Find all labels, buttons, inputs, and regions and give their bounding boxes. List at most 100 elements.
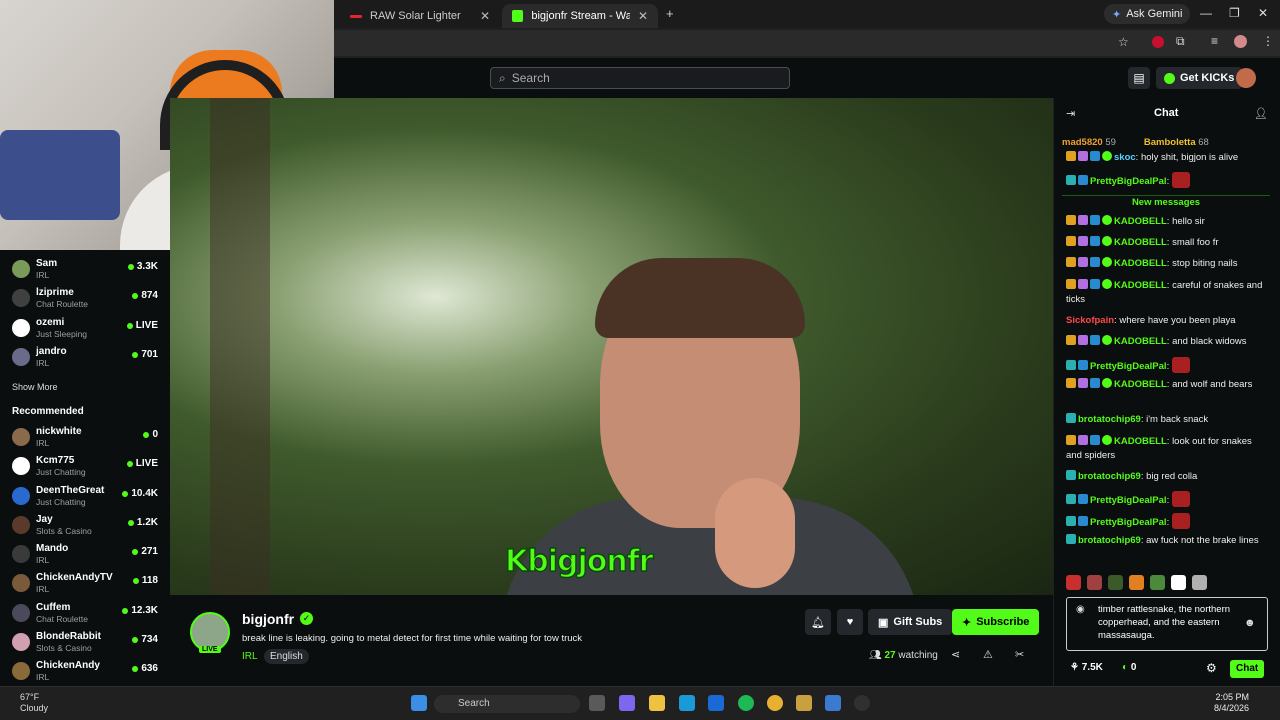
sidebar-channel[interactable]: jandro IRL 701: [0, 346, 170, 374]
emoji-icon[interactable]: ☻: [1244, 617, 1256, 629]
badge-icon: [1066, 470, 1076, 480]
chat-username[interactable]: brotatochip69: [1078, 414, 1141, 425]
close-tab-icon[interactable]: ✕: [480, 9, 490, 23]
sidebar-channel[interactable]: Sam IRL 3.3K: [0, 258, 170, 286]
chat-mode-icon[interactable]: ◉: [1076, 604, 1085, 615]
channel-viewers: 636: [132, 663, 158, 674]
channel-viewers: 271: [132, 546, 158, 557]
sidebar-channel[interactable]: lziprime Chat Roulette 874: [0, 287, 170, 315]
chat-message: skoc: holy shit, bigjon is alive: [1066, 151, 1268, 165]
collapse-chat-icon[interactable]: ⇥: [1066, 107, 1075, 120]
extensions-puzzle-icon[interactable]: ⧉: [1176, 34, 1185, 49]
badge-icon: [1090, 279, 1100, 289]
tab-search-icon[interactable]: ≡: [1211, 34, 1218, 48]
address-bar[interactable]: [334, 30, 1280, 56]
subscribe-button[interactable]: ✦ Subscribe: [952, 609, 1040, 635]
app-icon[interactable]: [825, 695, 841, 711]
chat-username[interactable]: brotatochip69: [1078, 535, 1141, 546]
clip-icon[interactable]: ✂: [1015, 648, 1024, 661]
sidebar-channel[interactable]: ChickenAndyTV IRL 118: [0, 572, 170, 600]
edge-icon[interactable]: [679, 695, 695, 711]
chat-username[interactable]: KADOBELL: [1114, 436, 1167, 447]
search-input[interactable]: ⌕ Search: [490, 67, 790, 89]
chat-username[interactable]: PrettyBigDealPal: [1090, 517, 1167, 528]
minimize-icon[interactable]: —: [1200, 6, 1212, 20]
chrome-icon[interactable]: [767, 695, 783, 711]
chat-input-text[interactable]: timber rattlesnake, the northern copperh…: [1098, 603, 1238, 642]
kicks-count: 7.5K: [1081, 662, 1103, 673]
category-link[interactable]: IRL: [242, 651, 258, 662]
spotify-icon[interactable]: [738, 695, 754, 711]
chat-username[interactable]: PrettyBigDealPal: [1090, 361, 1167, 372]
chat-username[interactable]: PrettyBigDealPal: [1090, 176, 1167, 187]
chat-username[interactable]: KADOBELL: [1114, 280, 1167, 291]
profile-avatar[interactable]: [1234, 35, 1247, 48]
language-tag[interactable]: English: [264, 649, 309, 664]
sidebar-channel[interactable]: Cuffem Chat Roulette 12.3K: [0, 602, 170, 630]
chat-username[interactable]: KADOBELL: [1114, 237, 1167, 248]
show-more-link[interactable]: Show More: [12, 382, 58, 392]
chat-username[interactable]: KADOBELL: [1114, 216, 1167, 227]
chat-username[interactable]: skoc: [1114, 152, 1136, 163]
emote-icon[interactable]: [1087, 575, 1102, 590]
store-icon[interactable]: [708, 695, 724, 711]
channel-avatar: [12, 348, 30, 366]
file-explorer-icon[interactable]: [649, 695, 665, 711]
teams-icon[interactable]: [619, 695, 635, 711]
follow-button[interactable]: ♥: [837, 609, 863, 635]
emote-icon[interactable]: [1150, 575, 1165, 590]
windows-start-icon[interactable]: [411, 695, 427, 711]
close-window-icon[interactable]: ✕: [1258, 6, 1268, 20]
weather-widget[interactable]: 67°F Cloudy: [20, 692, 48, 714]
library-button[interactable]: ▤: [1128, 67, 1150, 89]
close-tab-icon[interactable]: ✕: [638, 9, 648, 23]
chat-send-button[interactable]: Chat: [1230, 660, 1265, 678]
emote-icon[interactable]: [1129, 575, 1144, 590]
maximize-icon[interactable]: ❐: [1229, 6, 1240, 20]
sidebar-channel[interactable]: nickwhite IRL 0: [0, 426, 170, 454]
user-avatar[interactable]: [1236, 68, 1256, 88]
tab-raw-solar[interactable]: RAW Solar Lighter ✕: [340, 4, 500, 28]
extension-icon[interactable]: [1152, 36, 1164, 48]
sidebar-channel[interactable]: BlondeRabbit Slots & Casino 734: [0, 631, 170, 659]
sidebar-channel[interactable]: Jay Slots & Casino 1.2K: [0, 514, 170, 542]
sidebar-channel[interactable]: Mando IRL 271: [0, 543, 170, 571]
chat-username[interactable]: Sickofpain: [1066, 315, 1114, 326]
pinned-user-1[interactable]: Bamboletta 68: [1144, 137, 1209, 148]
tab-title: RAW Solar Lighter: [370, 10, 461, 22]
sidebar-channel[interactable]: DeenTheGreat Just Chatting 10.4K: [0, 485, 170, 513]
emote-icon[interactable]: [1192, 575, 1207, 590]
share-icon[interactable]: ⋖: [951, 648, 960, 661]
obs-icon[interactable]: [854, 695, 870, 711]
tab-bigjonfr[interactable]: bigjonfr Stream - Watch Liv ✕: [502, 4, 658, 28]
chat-username[interactable]: PrettyBigDealPal: [1090, 495, 1167, 506]
system-clock[interactable]: 2:05 PM 8/4/2026: [1214, 692, 1249, 714]
ask-gemini-button[interactable]: ✦ Ask Gemini: [1104, 4, 1191, 24]
streamer-name[interactable]: bigjonfr: [242, 611, 294, 627]
pinned-user-0[interactable]: mad5820 59: [1062, 137, 1116, 148]
emote-icon[interactable]: [1171, 575, 1186, 590]
new-tab-icon[interactable]: +: [666, 6, 674, 21]
chat-username[interactable]: KADOBELL: [1114, 379, 1167, 390]
emote-icon[interactable]: [1066, 575, 1081, 590]
sidebar-channel[interactable]: ChickenAndy IRL 636: [0, 660, 170, 688]
channel-name: BlondeRabbit: [36, 631, 101, 642]
video-player[interactable]: [170, 98, 1053, 595]
browser-menu-icon[interactable]: ⋮: [1262, 34, 1274, 48]
taskbar-search[interactable]: Search: [434, 695, 580, 713]
gift-subs-button[interactable]: ▣ Gift Subs: [868, 609, 953, 635]
bookmark-star-icon[interactable]: ☆: [1118, 35, 1129, 49]
chat-username[interactable]: KADOBELL: [1114, 258, 1167, 269]
chat-username[interactable]: brotatochip69: [1078, 471, 1141, 482]
chat-settings-icon[interactable]: ⚙: [1206, 661, 1217, 675]
notification-bell-button[interactable]: 🔔︎: [805, 609, 831, 635]
sidebar-channel[interactable]: Kcm775 Just Chatting LIVE: [0, 455, 170, 483]
chat-users-icon[interactable]: 👤︎: [1254, 107, 1268, 120]
report-icon[interactable]: ⚠: [983, 648, 993, 661]
sidebar-channel[interactable]: ozemi Just Sleeping LIVE: [0, 317, 170, 345]
emote-icon[interactable]: [1108, 575, 1123, 590]
task-view-icon[interactable]: [589, 695, 605, 711]
app-icon[interactable]: [796, 695, 812, 711]
chat-username[interactable]: KADOBELL: [1114, 336, 1167, 347]
get-kicks-button[interactable]: Get KICKs: [1156, 67, 1243, 89]
